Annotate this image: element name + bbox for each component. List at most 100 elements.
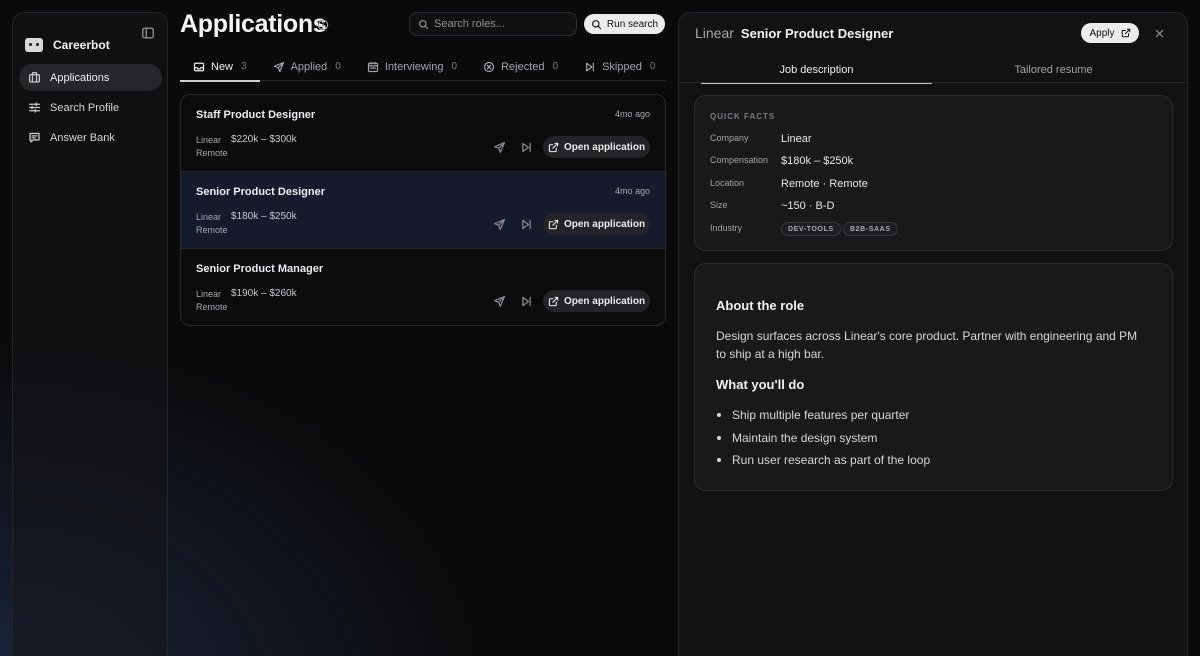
application-list: Staff Product Designer 4mo ago Linear $2… — [180, 94, 666, 326]
external-link-icon — [548, 142, 559, 152]
close-icon[interactable] — [1154, 28, 1165, 39]
list-item: Run user research as part of the loop — [716, 449, 930, 472]
todo-list: Ship multiple features per quarter Maint… — [716, 404, 930, 472]
fact-key: Industry — [710, 223, 743, 233]
job-salary: $180k – $250k — [231, 211, 297, 222]
todo-heading: What you'll do — [716, 377, 805, 392]
tab-label: Skipped — [602, 60, 642, 73]
industry-tag: DEV-TOOLS — [781, 222, 841, 236]
job-description-card: About the role Design surfaces across Li… — [694, 263, 1173, 491]
sidebar-item-answer-bank[interactable]: Answer Bank — [19, 124, 162, 151]
job-location: Remote — [196, 148, 228, 158]
info-icon[interactable] — [317, 19, 329, 31]
tab-count: 0 — [335, 61, 341, 72]
industry-tag: B2B-SAAS — [843, 222, 898, 236]
detail-tabs: Job description Tailored resume — [679, 57, 1187, 84]
calendar-icon — [367, 61, 378, 72]
job-location: Remote — [196, 302, 228, 312]
tab-tailored-resume[interactable]: Tailored resume — [938, 57, 1169, 83]
fact-value: $180k – $250k — [781, 155, 854, 167]
tab-count: 0 — [552, 61, 559, 72]
job-time: 4mo ago — [614, 109, 650, 119]
sidebar: Careerbot Applications Search Profile An… — [12, 12, 168, 656]
job-company: Linear — [196, 289, 222, 299]
job-company: Linear — [196, 135, 222, 145]
quick-facts-label: QUICK FACTS — [710, 112, 776, 121]
tab-interviewing[interactable]: Interviewing 0 — [354, 52, 470, 81]
sidebar-collapse-icon[interactable] — [141, 26, 155, 40]
job-title: Staff Product Designer — [196, 109, 316, 121]
page-title: Applications — [180, 10, 327, 38]
tab-label: New — [211, 60, 234, 73]
fact-key: Location — [710, 178, 745, 188]
list-item[interactable]: Senior Product Manager Linear $190k – $2… — [181, 249, 665, 325]
open-application-label: Open application — [563, 295, 646, 307]
skip-icon[interactable] — [520, 141, 533, 154]
sidebar-item-search-profile[interactable]: Search Profile — [19, 94, 162, 121]
brand-name: Careerbot — [53, 38, 110, 52]
sidebar-item-label: Search Profile — [50, 101, 120, 114]
tab-label: Applied — [290, 60, 328, 73]
search-input[interactable] — [434, 18, 564, 30]
external-link-icon — [548, 296, 559, 306]
sidebar-item-label: Applications — [50, 71, 110, 84]
send-icon[interactable] — [493, 141, 506, 154]
job-company: Linear — [196, 212, 222, 222]
external-link-icon — [1121, 28, 1130, 38]
status-tabs: New 3 Applied 0 Interviewing 0 Rejected … — [180, 52, 668, 82]
sidebar-item-label: Answer Bank — [50, 131, 115, 144]
search-icon — [419, 19, 429, 29]
job-location: Remote — [196, 225, 228, 235]
list-item[interactable]: Staff Product Designer 4mo ago Linear $2… — [181, 95, 665, 172]
briefcase-icon — [28, 71, 41, 83]
job-title: Senior Product Designer — [196, 186, 325, 198]
tab-label: Rejected — [501, 60, 545, 73]
inbox-icon — [193, 62, 205, 71]
job-time: 4mo ago — [614, 186, 650, 196]
tab-rejected[interactable]: Rejected 0 — [470, 52, 571, 81]
tab-applied[interactable]: Applied 0 — [260, 52, 354, 81]
careerbot-logo-icon — [25, 38, 43, 52]
skip-icon — [586, 62, 595, 71]
run-search-label: Run search — [606, 18, 659, 30]
x-circle-icon — [484, 61, 495, 72]
detail-company: Linear — [695, 25, 734, 41]
skip-icon[interactable] — [520, 218, 533, 231]
list-item[interactable]: Senior Product Designer 4mo ago Linear $… — [181, 172, 665, 249]
tab-skipped[interactable]: Skipped 0 — [571, 52, 668, 81]
message-icon — [29, 132, 40, 143]
open-application-button[interactable]: Open application — [543, 213, 650, 235]
fact-key: Compensation — [710, 155, 769, 165]
search-icon — [592, 19, 602, 29]
open-application-button[interactable]: Open application — [543, 136, 650, 158]
send-icon[interactable] — [493, 218, 506, 231]
apply-label: Apply — [1089, 27, 1115, 39]
send-icon[interactable] — [493, 295, 506, 308]
fact-key: Size — [710, 200, 728, 210]
sidebar-nav: Applications Search Profile Answer Bank — [19, 64, 162, 154]
search-box[interactable] — [409, 12, 577, 36]
open-application-button[interactable]: Open application — [543, 290, 650, 312]
run-search-button[interactable]: Run search — [584, 14, 665, 34]
job-salary: $220k – $300k — [231, 134, 297, 145]
tab-new[interactable]: New 3 — [180, 52, 260, 82]
send-icon — [273, 61, 284, 72]
fact-value: ~150 · B-D — [781, 200, 835, 212]
skip-icon[interactable] — [520, 295, 533, 308]
fact-key: Company — [710, 133, 749, 143]
sidebar-item-applications[interactable]: Applications — [19, 64, 162, 91]
tab-count: 3 — [241, 61, 247, 72]
job-detail-panel: Linear Senior Product Designer Apply Job… — [678, 12, 1188, 656]
open-application-label: Open application — [563, 218, 646, 230]
fact-value: Linear — [781, 133, 812, 145]
detail-header: Linear Senior Product Designer — [695, 25, 893, 41]
quick-facts-card: QUICK FACTS Company Linear Compensation … — [694, 95, 1173, 251]
apply-button[interactable]: Apply — [1081, 23, 1139, 43]
brand[interactable]: Careerbot — [25, 25, 110, 65]
tab-count: 0 — [451, 61, 458, 72]
sliders-icon — [28, 102, 41, 113]
open-application-label: Open application — [563, 141, 646, 153]
detail-title: Senior Product Designer — [740, 26, 894, 41]
list-item: Ship multiple features per quarter — [716, 404, 930, 427]
tab-job-description[interactable]: Job description — [701, 57, 932, 84]
